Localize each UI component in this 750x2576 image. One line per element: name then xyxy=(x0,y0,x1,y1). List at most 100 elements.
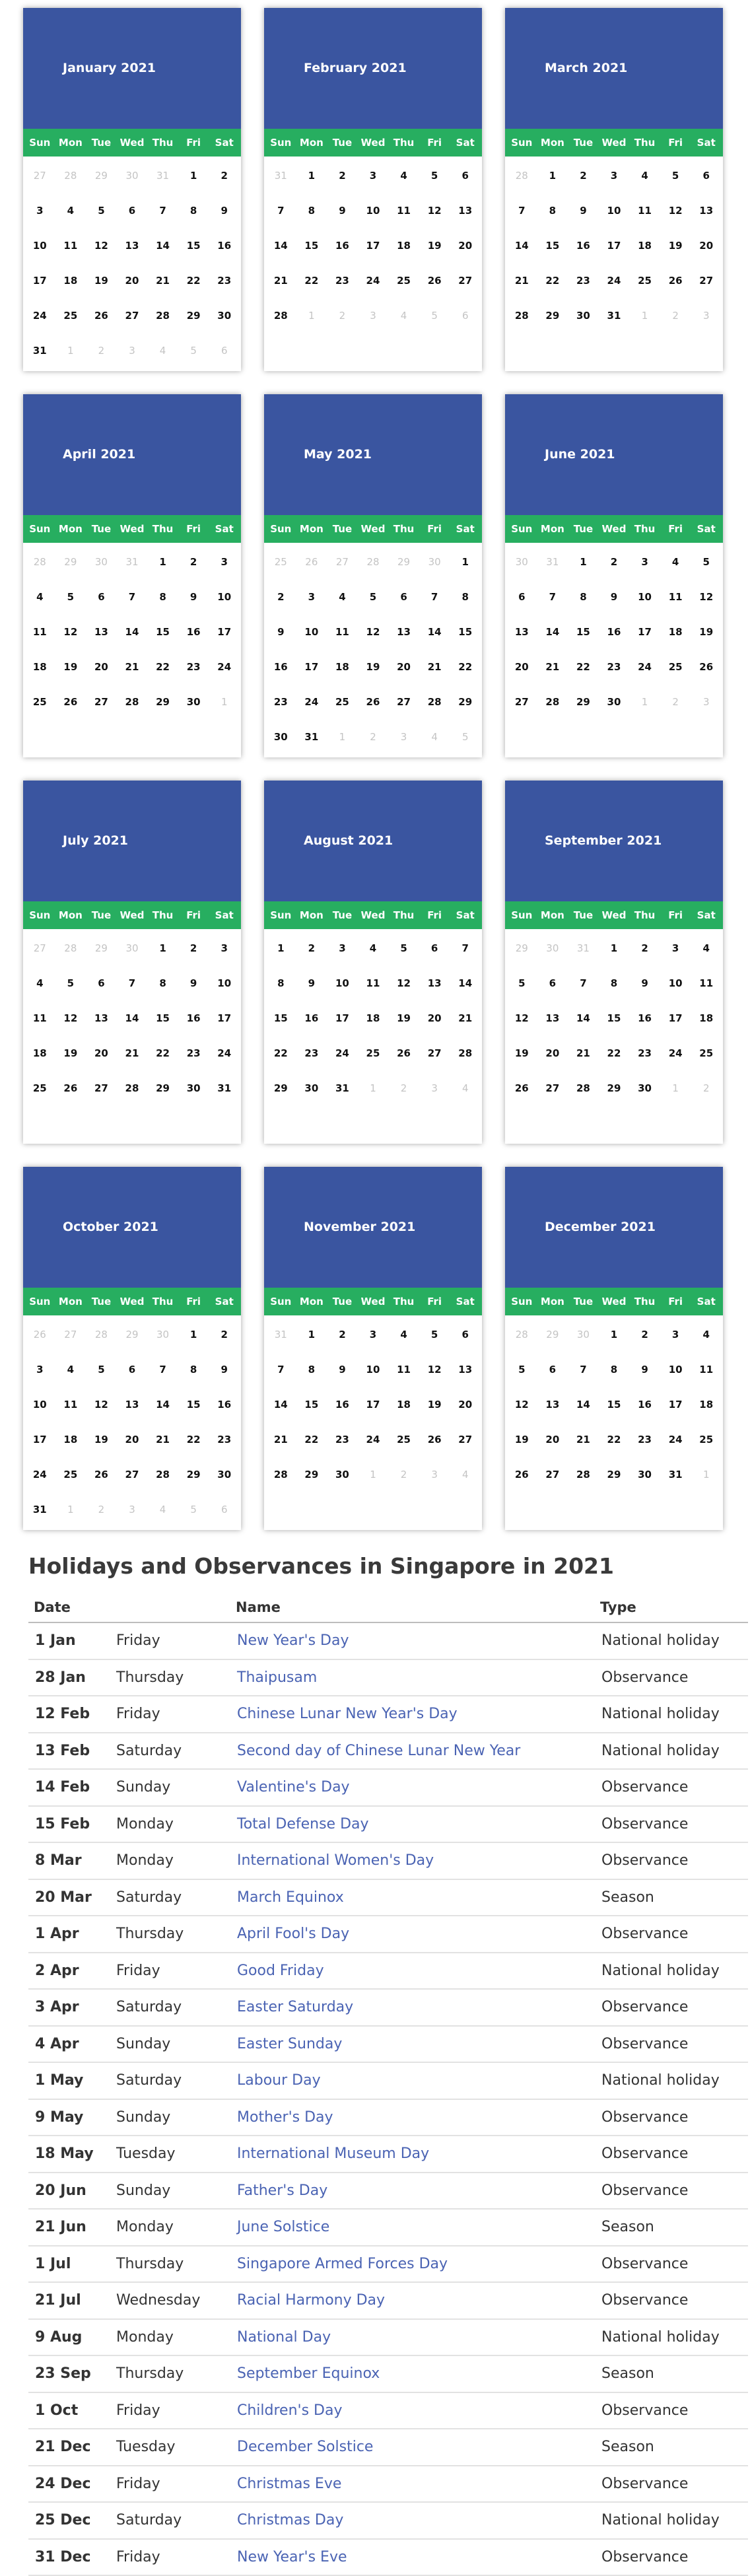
day-cell: 26 xyxy=(63,695,78,708)
holiday-name-link[interactable]: December Solstice xyxy=(237,2439,373,2455)
holiday-weekday: Friday xyxy=(110,2538,230,2576)
day-cell: 17 xyxy=(668,1398,683,1410)
holiday-name-link[interactable]: March Equinox xyxy=(237,1889,344,1906)
holiday-name-link[interactable]: New Year's Eve xyxy=(237,2549,347,2565)
holiday-name-link[interactable]: Chinese Lunar New Year's Day xyxy=(237,1706,458,1722)
holiday-type: Observance xyxy=(595,1659,748,1696)
holiday-name-link[interactable]: Good Friday xyxy=(237,1963,324,1979)
weekday-label: Thu xyxy=(152,909,174,921)
holiday-name-link[interactable]: Easter Sunday xyxy=(237,2036,342,2052)
days-grid: 26 27 28 29 30 1 2 3 4 5 6 7 8 9 10 11 12 13 14 15 16 17 18 19 2… xyxy=(23,1315,241,1527)
holiday-name-link[interactable]: Christmas Day xyxy=(237,2512,343,2528)
holiday-name-link[interactable]: Thaipusam xyxy=(237,1669,317,1686)
day-cell: 1 xyxy=(277,942,285,954)
day-cell: 3 xyxy=(339,942,346,954)
day-cell-adjacent-month: 30 xyxy=(515,555,528,568)
holiday-name-link[interactable]: International Women's Day xyxy=(237,1852,434,1869)
day-cell: 23 xyxy=(607,660,621,673)
day-cell: 24 xyxy=(217,660,232,673)
day-cell: 13 xyxy=(458,1363,473,1375)
month-header: June 2021 xyxy=(505,394,723,515)
day-cell: 14 xyxy=(576,1398,590,1410)
holiday-type: Season xyxy=(595,2429,748,2466)
holiday-name-link[interactable]: April Fool's Day xyxy=(237,1926,349,1942)
day-cell: 21 xyxy=(273,274,288,287)
day-cell: 2 xyxy=(580,169,587,182)
day-cell: 3 xyxy=(369,169,377,182)
holiday-name-link[interactable]: Racial Harmony Day xyxy=(237,2292,385,2309)
holiday-name-link[interactable]: Easter Saturday xyxy=(237,1999,353,2015)
day-cell: 28 xyxy=(273,1468,288,1480)
day-cell: 25 xyxy=(32,695,47,708)
holiday-name-link[interactable]: New Year's Day xyxy=(237,1632,349,1649)
holiday-name-link[interactable]: Total Defense Day xyxy=(237,1816,369,1832)
day-cell: 20 xyxy=(94,1047,108,1059)
day-cell: 2 xyxy=(189,942,197,954)
holiday-name-cell: June Solstice xyxy=(230,2209,595,2246)
holiday-name-link[interactable]: Children's Day xyxy=(237,2402,342,2419)
weekday-label: Tue xyxy=(332,523,353,535)
holiday-name-link[interactable]: June Solstice xyxy=(237,2219,329,2235)
day-cell: 5 xyxy=(98,204,105,217)
day-cell: 21 xyxy=(156,274,170,287)
day-cell: 6 xyxy=(430,942,438,954)
holiday-name-link[interactable]: Father's Day xyxy=(237,2182,327,2199)
day-cell: 3 xyxy=(221,942,228,954)
day-cell-adjacent-month: 31 xyxy=(274,1328,287,1340)
day-cell: 6 xyxy=(549,977,557,989)
day-cell: 10 xyxy=(366,1363,380,1375)
day-cell: 18 xyxy=(699,1398,714,1410)
day-cell: 26 xyxy=(94,1468,108,1480)
holiday-name-link[interactable]: Singapore Armed Forces Day xyxy=(237,2256,448,2272)
day-cell-adjacent-month: 2 xyxy=(400,1468,407,1480)
holiday-type: Observance xyxy=(595,2025,748,2063)
holiday-type: Observance xyxy=(595,1769,748,1807)
weekday-label: Sat xyxy=(697,1296,716,1307)
day-cell: 6 xyxy=(461,1328,469,1340)
day-cell: 4 xyxy=(400,169,407,182)
holiday-name-cell: Thaipusam xyxy=(230,1659,595,1696)
day-cell: 27 xyxy=(125,1468,139,1480)
day-cell: 24 xyxy=(217,1047,232,1059)
day-cell: 29 xyxy=(186,1468,201,1480)
day-cell: 6 xyxy=(128,204,136,217)
holiday-name-link[interactable]: National Day xyxy=(237,2329,331,2346)
holiday-type: Observance xyxy=(595,2392,748,2429)
day-cell: 10 xyxy=(32,239,47,252)
holiday-date: 1 Oct xyxy=(28,2392,110,2429)
holiday-name-link[interactable]: Mother's Day xyxy=(237,2109,333,2126)
day-cell: 30 xyxy=(273,730,288,743)
holiday-date: 20 Jun xyxy=(28,2172,110,2210)
month-card: April 2021 Sun Mon Tue Wed Thu Fri Sat 28 29 30 31 1… xyxy=(23,394,241,757)
day-cell: 9 xyxy=(339,1363,346,1375)
holiday-name-link[interactable]: September Equinox xyxy=(237,2365,380,2382)
day-cell: 6 xyxy=(98,590,105,603)
holiday-name-link[interactable]: Christmas Eve xyxy=(237,2476,341,2492)
holiday-type: Observance xyxy=(595,2282,748,2320)
month-title: June 2021 xyxy=(545,447,615,462)
holiday-name-link[interactable]: Valentine's Day xyxy=(237,1779,350,1795)
day-cell: 17 xyxy=(607,239,621,252)
day-cell: 13 xyxy=(94,1012,108,1024)
holiday-name-link[interactable]: Labour Day xyxy=(237,2072,321,2089)
day-cell: 31 xyxy=(32,1503,47,1515)
day-cell-adjacent-month: 2 xyxy=(672,309,679,322)
day-cell: 14 xyxy=(576,1012,590,1024)
weekday-label: Sun xyxy=(511,909,533,921)
weekday-label: Fri xyxy=(668,137,683,149)
holiday-name-link[interactable]: International Museum Day xyxy=(237,2145,429,2162)
day-cell: 19 xyxy=(63,660,78,673)
holiday-name-link[interactable]: Second day of Chinese Lunar New Year xyxy=(237,1743,520,1759)
holiday-weekday: Sunday xyxy=(110,1769,230,1807)
day-cell: 11 xyxy=(366,977,380,989)
table-row: 13 Feb Saturday Second day of Chinese Luna… xyxy=(28,1732,748,1770)
day-cell: 24 xyxy=(366,274,380,287)
holiday-type: National holiday xyxy=(595,2318,748,2356)
day-cell: 4 xyxy=(67,204,75,217)
day-cell: 1 xyxy=(159,942,166,954)
day-cell: 7 xyxy=(128,590,136,603)
day-cell-adjacent-month: 1 xyxy=(67,1503,74,1515)
day-cell: 2 xyxy=(277,590,285,603)
month-header: January 2021 xyxy=(23,8,241,129)
day-cell: 27 xyxy=(94,695,108,708)
